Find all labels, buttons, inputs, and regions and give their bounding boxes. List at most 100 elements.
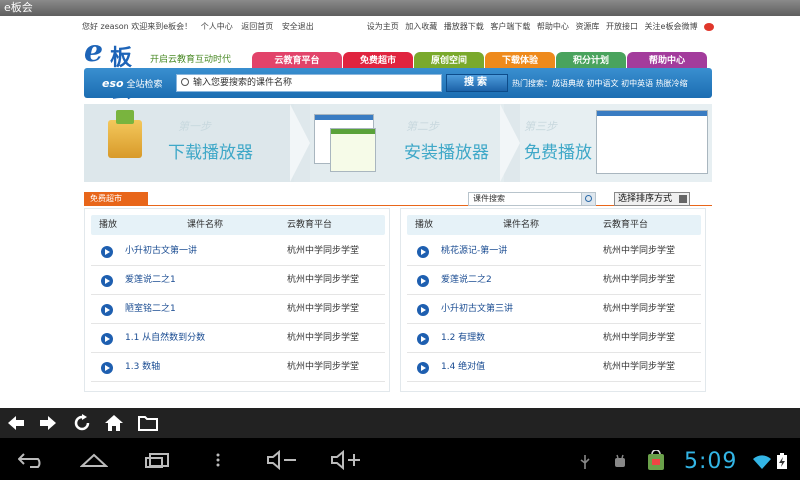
play-icon[interactable] xyxy=(101,304,113,316)
app-store-icon xyxy=(648,450,664,470)
weibo-icon[interactable] xyxy=(704,22,714,31)
course-name[interactable]: 1.3 数轴 xyxy=(125,353,160,382)
step-2: 第二步 安装播放器 xyxy=(310,104,504,182)
course-name[interactable]: 1.1 从自然数到分数 xyxy=(125,324,205,353)
search-button[interactable]: 搜索 xyxy=(446,74,508,92)
table-row[interactable]: 爱莲说二之2 杭州中学同步学堂 xyxy=(407,266,701,295)
col-name: 课件名称 xyxy=(503,220,540,230)
course-platform[interactable]: 杭州中学同步学堂 xyxy=(603,324,675,353)
play-icon[interactable] xyxy=(417,246,429,258)
link-personal-center[interactable]: 个人中心 xyxy=(201,22,233,31)
top-links-right: 设为主页 加入收藏 播放器下载 客户端下载 帮助中心 资源库 开放接口 关注e板… xyxy=(363,21,714,32)
course-name[interactable]: 1.4 绝对值 xyxy=(441,353,485,382)
course-platform[interactable]: 杭州中学同步学堂 xyxy=(603,353,675,382)
play-icon[interactable] xyxy=(101,362,113,374)
play-icon[interactable] xyxy=(417,362,429,374)
step-1-label: 下载播放器 xyxy=(168,143,253,163)
top-links: 您好 zeason 欢迎来到e板会！ 个人中心 返回首页 安全退出 设为主页 加… xyxy=(78,18,720,34)
play-icon[interactable] xyxy=(417,304,429,316)
back-arrow-icon[interactable] xyxy=(6,414,26,432)
search-icon xyxy=(181,78,189,86)
col-platform: 云教育平台 xyxy=(287,220,333,230)
dropdown-icon xyxy=(679,195,687,203)
course-panel-left: 播放 课件名称 云教育平台 小升初古文第一讲 杭州中学同步学堂 爱莲说二之1 杭… xyxy=(84,208,390,392)
home-icon[interactable] xyxy=(104,414,124,432)
step-2-label: 安装播放器 xyxy=(404,143,489,163)
battery-icon xyxy=(777,453,787,469)
browser-toolbar xyxy=(0,408,800,438)
course-name[interactable]: 爱莲说二之1 xyxy=(125,266,176,295)
course-name[interactable]: 陋室铭二之1 xyxy=(125,295,176,324)
link-player-download[interactable]: 播放器下载 xyxy=(444,22,484,31)
course-name[interactable]: 小升初古文第三讲 xyxy=(441,295,513,324)
search-brand: eso 全站检索 xyxy=(102,77,163,90)
recent-apps-icon[interactable] xyxy=(144,452,172,468)
top-links-left: 您好 zeason 欢迎来到e板会！ 个人中心 返回首页 安全退出 xyxy=(82,21,320,32)
home-icon[interactable] xyxy=(80,452,108,468)
course-platform[interactable]: 杭州中学同步学堂 xyxy=(603,266,675,295)
table-row[interactable]: 1.4 绝对值 杭州中学同步学堂 xyxy=(407,353,701,382)
table-row[interactable]: 小升初古文第一讲 杭州中学同步学堂 xyxy=(91,237,385,266)
link-resource-library[interactable]: 资源库 xyxy=(575,22,599,31)
search-input[interactable]: 输入您要搜索的课件名称 xyxy=(176,74,442,92)
course-name[interactable]: 爱莲说二之2 xyxy=(441,266,492,295)
table-header: 播放 课件名称 云教育平台 xyxy=(91,215,385,235)
course-platform[interactable]: 杭州中学同步学堂 xyxy=(287,353,359,382)
volume-up-icon[interactable] xyxy=(330,450,362,470)
link-set-homepage[interactable]: 设为主页 xyxy=(367,22,399,31)
course-platform[interactable]: 杭州中学同步学堂 xyxy=(287,295,359,324)
link-help-center[interactable]: 帮助中心 xyxy=(537,22,569,31)
play-icon[interactable] xyxy=(101,333,113,345)
hot-search-terms[interactable]: 成语典故 初中语文 初中英语 热胀冷缩 xyxy=(552,79,688,88)
step-1-num: 第一步 xyxy=(178,120,211,133)
table-row[interactable]: 1.1 从自然数到分数 杭州中学同步学堂 xyxy=(91,324,385,353)
section-tag: 免费超市 xyxy=(84,192,148,205)
table-row[interactable]: 陋室铭二之1 杭州中学同步学堂 xyxy=(91,295,385,324)
link-add-favorite[interactable]: 加入收藏 xyxy=(405,22,437,31)
table-row[interactable]: 1.2 有理数 杭州中学同步学堂 xyxy=(407,324,701,353)
link-back-home[interactable]: 返回首页 xyxy=(241,22,273,31)
greeting-text: 您好 zeason 欢迎来到e板会！ xyxy=(82,22,193,31)
step-3: 第三步 免费播放 xyxy=(520,104,712,182)
table-row[interactable]: 1.3 数轴 杭州中学同步学堂 xyxy=(91,353,385,382)
course-platform[interactable]: 杭州中学同步学堂 xyxy=(603,295,675,324)
course-search-input[interactable]: 课件搜索 xyxy=(468,192,596,206)
link-logout[interactable]: 安全退出 xyxy=(282,22,314,31)
course-search-placeholder: 课件搜索 xyxy=(473,194,505,203)
play-icon[interactable] xyxy=(101,275,113,287)
course-name[interactable]: 小升初古文第一讲 xyxy=(125,237,197,266)
course-platform[interactable]: 杭州中学同步学堂 xyxy=(603,237,675,266)
forward-arrow-icon[interactable] xyxy=(38,414,58,432)
back-icon[interactable] xyxy=(18,452,46,468)
step-2-num: 第二步 xyxy=(406,120,439,133)
free-market-section: 免费超市 课件搜索 选择排序方式 播放 课件名称 云教育平台 小升初古文第一讲 … xyxy=(84,190,712,392)
link-open-api[interactable]: 开放接口 xyxy=(606,22,638,31)
course-platform[interactable]: 杭州中学同步学堂 xyxy=(287,237,359,266)
play-icon[interactable] xyxy=(417,275,429,287)
player-screenshot xyxy=(596,110,708,174)
course-platform[interactable]: 杭州中学同步学堂 xyxy=(287,266,359,295)
volume-down-icon[interactable] xyxy=(266,450,298,470)
table-row[interactable]: 小升初古文第三讲 杭州中学同步学堂 xyxy=(407,295,701,324)
play-icon[interactable] xyxy=(101,246,113,258)
site-logo[interactable]: e 板会 xyxy=(84,34,144,103)
android-debug-icon xyxy=(615,454,625,467)
sort-select[interactable]: 选择排序方式 xyxy=(614,192,690,206)
download-box-image xyxy=(108,110,142,158)
step-separator xyxy=(290,104,310,182)
search-icon[interactable] xyxy=(581,193,595,205)
table-row[interactable]: 爱莲说二之1 杭州中学同步学堂 xyxy=(91,266,385,295)
col-name: 课件名称 xyxy=(187,220,224,230)
table-row[interactable]: 桃花源记-第一讲 杭州中学同步学堂 xyxy=(407,237,701,266)
course-name[interactable]: 桃花源记-第一讲 xyxy=(441,237,507,266)
refresh-icon[interactable] xyxy=(72,414,92,432)
link-client-download[interactable]: 客户端下载 xyxy=(490,22,530,31)
play-icon[interactable] xyxy=(417,333,429,345)
course-platform[interactable]: 杭州中学同步学堂 xyxy=(287,324,359,353)
course-name[interactable]: 1.2 有理数 xyxy=(441,324,485,353)
steps-banner[interactable]: 第一步 下载播放器 第二步 安装播放器 第三步 免费播放 xyxy=(84,104,712,182)
menu-icon[interactable] xyxy=(214,452,222,468)
folder-icon[interactable] xyxy=(138,414,158,432)
col-play: 播放 xyxy=(99,220,118,230)
link-follow-weibo[interactable]: 关注e板会微博 xyxy=(645,22,698,31)
